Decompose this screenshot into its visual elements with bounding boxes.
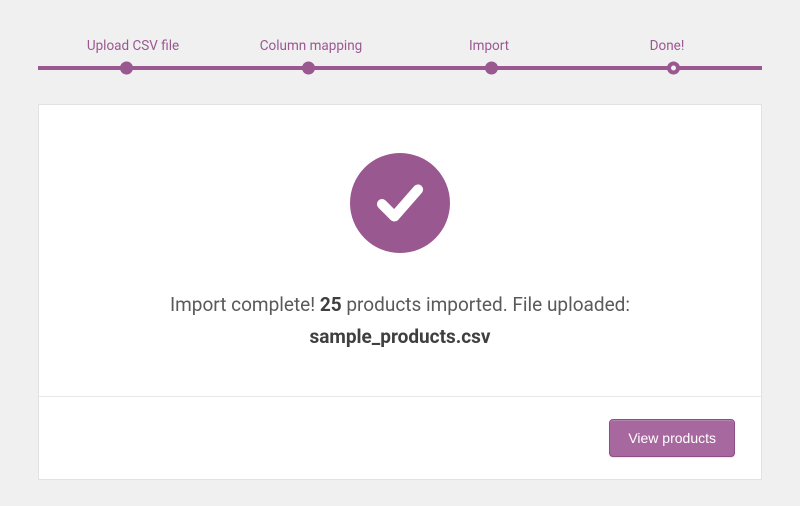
step-dot-2 (302, 62, 315, 75)
import-message: Import complete! 25 products imported. F… (79, 289, 721, 321)
step-dot-3 (485, 62, 498, 75)
progress-stepper: Upload CSV file Column mapping Import Do… (38, 0, 762, 104)
message-prefix: Import complete! (170, 293, 320, 316)
step-mapping: Column mapping (222, 38, 400, 54)
message-suffix: products imported. File uploaded: (342, 293, 630, 316)
import-count: 25 (320, 293, 342, 316)
view-products-button[interactable]: View products (609, 419, 735, 457)
checkmark-icon (350, 153, 450, 253)
step-upload: Upload CSV file (44, 38, 222, 54)
uploaded-filename: sample_products.csv (79, 325, 721, 348)
result-card: Import complete! 25 products imported. F… (38, 104, 762, 480)
stepper-track (38, 66, 762, 70)
card-footer: View products (39, 396, 761, 479)
step-done: Done! (578, 38, 756, 54)
step-dot-4 (667, 62, 680, 75)
step-dot-1 (120, 62, 133, 75)
step-import: Import (400, 38, 578, 54)
